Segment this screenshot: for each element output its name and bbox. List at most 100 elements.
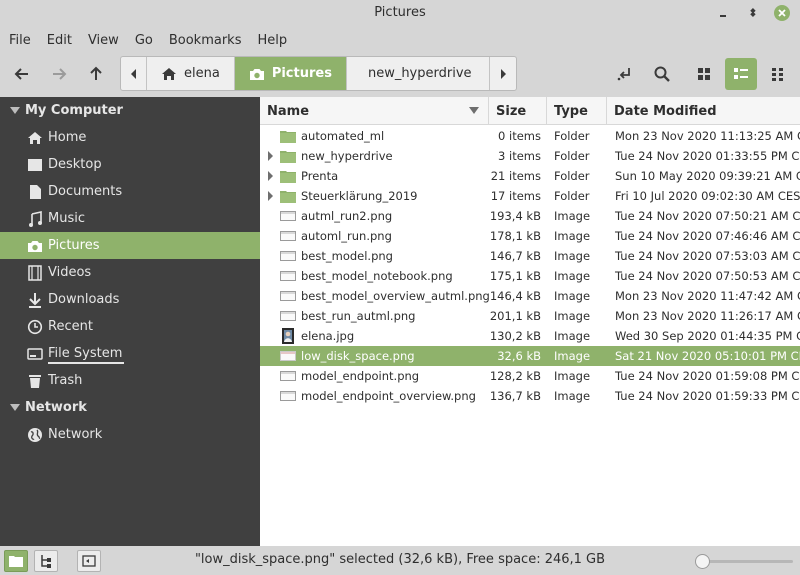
breadcrumb-elena[interactable]: elena [147,57,235,90]
file-type: Folder [554,129,590,143]
column-name[interactable]: Name [260,97,489,125]
image-thumbnail-icon [280,388,296,404]
sidebar-item-home[interactable]: Home [0,124,260,151]
arrow-right-icon [53,68,67,80]
file-name: model_endpoint.png [301,369,420,383]
search-icon [654,66,670,82]
expander-right-icon[interactable] [267,151,274,161]
table-row-selected[interactable]: low_disk_space.png 32,6 kB Image Sat 21 … [260,346,800,366]
file-name: best_run_autml.png [301,309,416,323]
image-thumbnail-icon [280,208,296,224]
file-name: best_model_notebook.png [301,269,453,283]
sidebar-item-label: File System [48,346,125,364]
file-date: Tue 24 Nov 2020 01:59:08 PM CET [615,369,800,383]
sidebar-item-music[interactable]: Music [0,205,260,232]
table-row[interactable]: model_endpoint_overview.png 136,7 kB Ima… [260,386,800,406]
image-thumbnail-icon [280,268,296,284]
table-row[interactable]: automated_ml 0 items Folder Mon 23 Nov 2… [260,126,800,146]
up-button[interactable] [81,60,111,88]
menu-bookmarks[interactable]: Bookmarks [161,33,250,48]
file-size: 0 items [498,129,541,143]
expander-right-icon[interactable] [267,171,274,181]
sidebar-item-trash[interactable]: Trash [0,367,260,394]
minimize-icon [720,15,726,17]
maximize-icon [750,8,756,17]
column-size[interactable]: Size [489,97,547,125]
sidebar-item-label: Documents [48,184,123,199]
menu-go[interactable]: Go [127,33,161,48]
file-date: Tue 24 Nov 2020 07:46:46 AM CET [615,229,800,243]
file-size: 146,4 kB [489,289,541,303]
path-scroll-right-button[interactable] [490,57,516,90]
sidebar-item-downloads[interactable]: Downloads [0,286,260,313]
file-date: Tue 24 Nov 2020 07:53:03 AM CET [615,249,800,263]
table-row[interactable]: best_run_autml.png 201,1 kB Image Mon 23… [260,306,800,326]
minimize-button[interactable] [715,5,731,21]
toggle-location-button[interactable] [609,58,641,90]
image-thumbnail-icon [280,308,296,324]
status-bar: "low_disk_space.png" selected (32,6 kB),… [0,546,800,575]
zoom-slider-handle[interactable] [695,554,710,569]
file-name: automated_ml [301,129,385,143]
table-row[interactable]: best_model_notebook.png 175,1 kB Image T… [260,266,800,286]
desktop-icon [27,157,43,173]
expander-right-icon[interactable] [267,191,274,201]
sidebar-item-desktop[interactable]: Desktop [0,151,260,178]
sidebar-item-file-system[interactable]: File System [0,340,260,367]
back-button[interactable] [7,60,37,88]
sidebar-section-network[interactable]: Network [0,394,260,421]
list-view-button[interactable] [725,58,757,90]
search-button[interactable] [646,58,678,90]
file-date: Fri 10 Jul 2020 09:02:30 AM CEST [615,189,800,203]
column-date-modified[interactable]: Date Modified [607,97,800,125]
path-bar: elena Pictures new_hyperdrive [120,56,517,91]
file-date: Sun 10 May 2020 09:39:21 AM CEST [615,169,800,183]
expander-down-icon [10,403,20,411]
table-row[interactable]: Steuerklärung_2019 17 items Folder Fri 1… [260,186,800,206]
menu-help[interactable]: Help [249,33,295,48]
sidebar-item-recent[interactable]: Recent [0,313,260,340]
title-bar: Pictures [0,0,800,28]
breadcrumb-label: new_hyperdrive [367,66,472,81]
table-row[interactable]: best_model.png 146,7 kB Image Tue 24 Nov… [260,246,800,266]
breadcrumb-new-hyperdrive[interactable]: new_hyperdrive [347,57,490,90]
table-row[interactable]: automl_run.png 178,1 kB Image Tue 24 Nov… [260,226,800,246]
table-row[interactable]: best_model_overview_autml.png 146,4 kB I… [260,286,800,306]
zoom-slider[interactable] [695,554,793,569]
file-type: Image [554,289,591,303]
sidebar-section-my-computer[interactable]: My Computer [0,97,260,124]
path-scroll-left-button[interactable] [121,57,147,90]
icon-view-button[interactable] [688,58,720,90]
menu-file[interactable]: File [0,33,39,48]
folder-icon [280,128,296,144]
sidebar-item-pictures[interactable]: Pictures [0,232,260,259]
close-button[interactable] [774,5,790,21]
column-label: Date Modified [614,103,717,119]
table-row[interactable]: Prenta 21 items Folder Sun 10 May 2020 0… [260,166,800,186]
sidebar-item-label: Desktop [48,157,102,172]
table-row[interactable]: new_hyperdrive 3 items Folder Tue 24 Nov… [260,146,800,166]
sidebar-item-documents[interactable]: Documents [0,178,260,205]
file-size: 193,4 kB [489,209,541,223]
sidebar-item-label: Music [48,211,85,226]
column-header: Name Size Type Date Modified [260,97,800,125]
forward-button[interactable] [44,60,74,88]
sidebar-item-videos[interactable]: Videos [0,259,260,286]
folder-icon [280,188,296,204]
sidebar-item-label: Downloads [48,292,120,307]
compact-view-button[interactable] [762,58,794,90]
table-row[interactable]: autml_run2.png 193,4 kB Image Tue 24 Nov… [260,206,800,226]
menu-edit[interactable]: Edit [39,33,80,48]
table-row[interactable]: elena.jpg 130,2 kB Image Wed 30 Sep 2020… [260,326,800,346]
breadcrumb-pictures[interactable]: Pictures [234,57,347,90]
file-date: Mon 23 Nov 2020 11:47:42 AM CET [615,289,800,303]
window-title: Pictures [374,5,426,20]
maximize-button[interactable] [745,5,761,21]
file-type: Image [554,209,591,223]
menu-view[interactable]: View [80,33,127,48]
table-row[interactable]: model_endpoint.png 128,2 kB Image Tue 24… [260,366,800,386]
file-size: 3 items [498,149,541,163]
sidebar-item-network[interactable]: Network [0,421,260,448]
column-type[interactable]: Type [547,97,607,125]
image-thumbnail-icon [280,228,296,244]
